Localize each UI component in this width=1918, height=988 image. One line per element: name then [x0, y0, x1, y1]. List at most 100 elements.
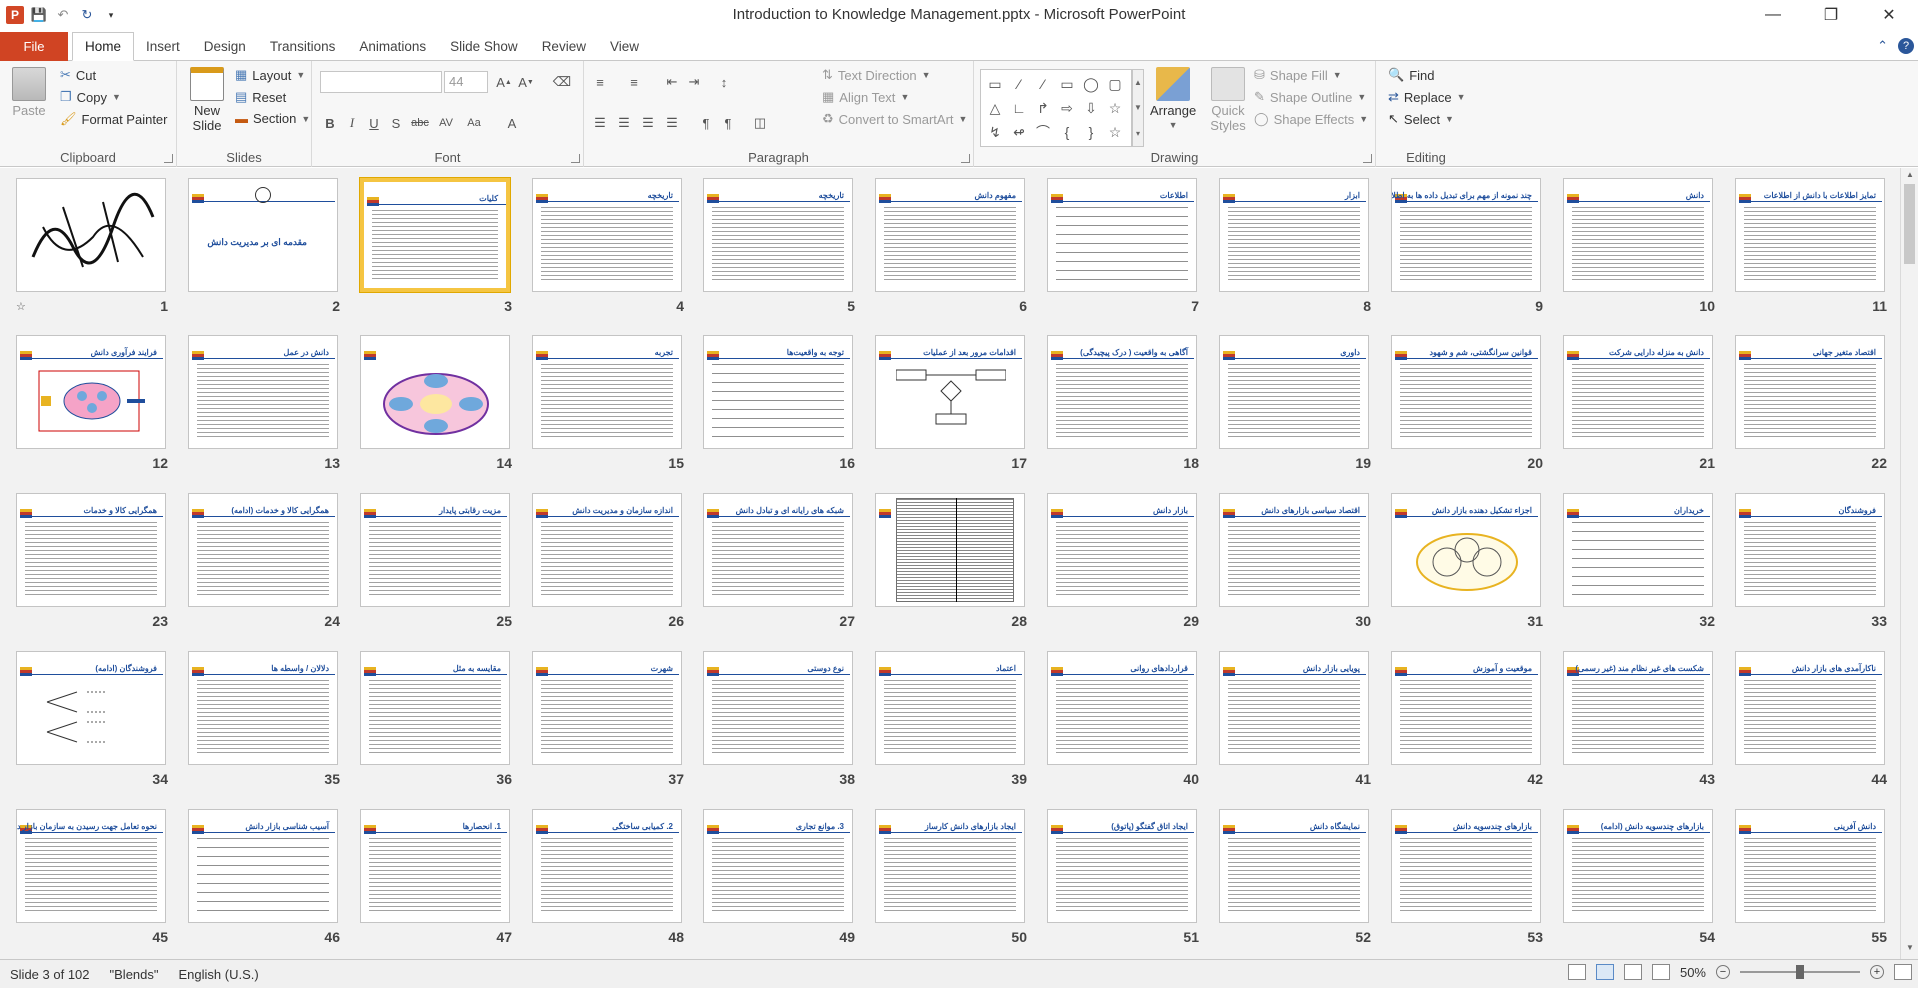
- slide-thumbnail[interactable]: فروشندگان (ادامه): [16, 651, 166, 765]
- underline-icon[interactable]: U: [364, 113, 384, 133]
- slide-thumbnail[interactable]: مفهوم دانش: [875, 178, 1025, 292]
- slide-thumbnail[interactable]: [875, 493, 1025, 607]
- transition-icon[interactable]: ☆: [16, 300, 26, 313]
- arrange-button[interactable]: Arrange ▼: [1150, 67, 1196, 130]
- slide-thumbnail[interactable]: [360, 335, 510, 449]
- copy-button[interactable]: ❐ Copy ▼: [60, 89, 121, 105]
- dialog-launcher-icon[interactable]: [961, 154, 970, 163]
- slide-thumbnail[interactable]: اقدامات مرور بعد از عملیات: [875, 335, 1025, 449]
- slide-thumbnail[interactable]: بازار دانش: [1047, 493, 1197, 607]
- slide-thumbnail[interactable]: آسیب شناسی بازار دانش: [188, 809, 338, 923]
- slide-thumbnail[interactable]: مقایسه به مثل: [360, 651, 510, 765]
- tab-insert[interactable]: Insert: [134, 32, 192, 61]
- slide-thumbnail[interactable]: تمایز اطلاعات با دانش از اطلاعات: [1735, 178, 1885, 292]
- slide-thumbnail[interactable]: اجزاء تشکیل دهنده بازار دانش: [1391, 493, 1541, 607]
- slide-thumbnail[interactable]: ایجاد اتاق گفتگو (پاتوق): [1047, 809, 1197, 923]
- close-icon[interactable]: ✕: [1860, 0, 1918, 30]
- slide-thumbnail[interactable]: دانش آفرینی: [1735, 809, 1885, 923]
- minimize-icon[interactable]: —: [1744, 0, 1802, 30]
- bullets-icon[interactable]: ≡: [590, 72, 610, 92]
- text-direction-button[interactable]: ⇅ Text Direction ▼: [822, 67, 931, 83]
- slide-thumbnail[interactable]: شهرت: [532, 651, 682, 765]
- star2-shape-icon[interactable]: ☆: [1103, 120, 1127, 144]
- slide-thumbnail[interactable]: دانش به منزله دارایی شرکت: [1563, 335, 1713, 449]
- curve-shape-icon[interactable]: ↫: [1007, 120, 1031, 144]
- slide-thumbnail[interactable]: ابزار: [1219, 178, 1369, 292]
- slide-thumbnail[interactable]: اقتصاد متغیر جهانی: [1735, 335, 1885, 449]
- slide-thumbnail[interactable]: همگرایی کالا و خدمات (ادامه): [188, 493, 338, 607]
- elbow-shape-icon[interactable]: ↱: [1031, 96, 1055, 120]
- align-left-icon[interactable]: ☰: [590, 113, 610, 133]
- bold-icon[interactable]: B: [320, 113, 340, 133]
- shapes-gallery[interactable]: ▭ ⁄ ⁄ ▭ ◯ ▢ △ ∟ ↱ ⇨ ⇩ ☆ ↯ ↫ ⌒ { } ☆: [980, 69, 1132, 147]
- reading-view-icon[interactable]: [1623, 964, 1642, 980]
- slide-sorter-view-icon[interactable]: [1595, 964, 1614, 980]
- align-text-button[interactable]: ▦ Align Text ▼: [822, 89, 909, 105]
- slide-thumbnail[interactable]: توجه به واقعیت‌ها: [703, 335, 853, 449]
- center-icon[interactable]: ☰: [614, 113, 634, 133]
- tab-home[interactable]: Home: [72, 32, 135, 61]
- slide-thumbnail[interactable]: [16, 178, 166, 292]
- undo-icon[interactable]: ↶: [54, 6, 72, 24]
- ltr-icon[interactable]: ¶: [696, 113, 716, 133]
- scroll-down-icon[interactable]: ▼: [1901, 943, 1918, 957]
- columns-icon[interactable]: ◫: [750, 113, 770, 133]
- arrow-down-shape-icon[interactable]: ⇩: [1079, 96, 1103, 120]
- reset-button[interactable]: ▤ Reset: [235, 89, 286, 105]
- line-spacing-icon[interactable]: ↕: [714, 72, 734, 92]
- powerpoint-logo-icon[interactable]: P: [6, 6, 24, 24]
- convert-smartart-button[interactable]: ♻ Convert to SmartArt ▼: [822, 111, 967, 127]
- redo-icon[interactable]: ↻: [78, 6, 96, 24]
- zoom-slider[interactable]: [1740, 965, 1860, 979]
- tab-slide-show[interactable]: Slide Show: [438, 32, 530, 61]
- slide-thumbnail[interactable]: داوری: [1219, 335, 1369, 449]
- minimize-ribbon-icon[interactable]: ⌃: [1877, 38, 1888, 54]
- zoom-in-icon[interactable]: +: [1870, 965, 1884, 979]
- quick-styles-button[interactable]: Quick Styles: [1208, 67, 1248, 133]
- character-spacing-icon[interactable]: AV: [436, 113, 456, 133]
- restore-icon[interactable]: ❐: [1802, 0, 1860, 30]
- font-name-combo[interactable]: [320, 71, 442, 93]
- zoom-level[interactable]: 50%: [1680, 965, 1706, 980]
- normal-view-icon[interactable]: [1567, 964, 1586, 980]
- align-right-icon[interactable]: ☰: [638, 113, 658, 133]
- slide-thumbnail[interactable]: اعتماد: [875, 651, 1025, 765]
- brace-left-shape-icon[interactable]: {: [1055, 120, 1079, 144]
- slide-thumbnail[interactable]: تاریخچه: [532, 178, 682, 292]
- slide-thumbnail[interactable]: دانش: [1563, 178, 1713, 292]
- section-button[interactable]: ▬ Section ▼: [235, 111, 310, 126]
- slide-thumbnail[interactable]: شکست های غیر نظام مند (غیر رسمی): [1563, 651, 1713, 765]
- text-box-shape-icon[interactable]: ▭: [983, 72, 1007, 96]
- theme-name[interactable]: "Blends": [100, 967, 169, 982]
- slide-thumbnail[interactable]: مقدمه ای بر مدیریت دانش: [188, 178, 338, 292]
- save-icon[interactable]: 💾: [30, 6, 48, 24]
- slide-thumbnail[interactable]: کلیات: [360, 178, 510, 292]
- slide-thumbnail[interactable]: آگاهی به واقعیت ( درک پیچیدگی): [1047, 335, 1197, 449]
- layout-button[interactable]: ▦ Layout ▼: [235, 67, 305, 83]
- oval-shape-icon[interactable]: ◯: [1079, 72, 1103, 96]
- slide-thumbnail[interactable]: دانش در عمل: [188, 335, 338, 449]
- tab-review[interactable]: Review: [530, 32, 598, 61]
- slide-thumbnail[interactable]: نوع دوستی: [703, 651, 853, 765]
- slide-thumbnail[interactable]: شبکه های رایانه ای و تبادل دانش: [703, 493, 853, 607]
- shrink-font-icon[interactable]: A ▼: [516, 72, 536, 92]
- zoom-out-icon[interactable]: −: [1716, 965, 1730, 979]
- slide-thumbnail[interactable]: تجربه: [532, 335, 682, 449]
- freeform-shape-icon[interactable]: ↯: [983, 120, 1007, 144]
- tab-view[interactable]: View: [598, 32, 651, 61]
- zoom-slider-knob[interactable]: [1796, 965, 1804, 979]
- slide-thumbnail[interactable]: تاریخچه: [703, 178, 853, 292]
- slide-thumbnail[interactable]: نحوه تعامل جهت رسیدن به سازمان بازار دان…: [16, 809, 166, 923]
- language-indicator[interactable]: English (U.S.): [169, 967, 269, 982]
- cut-button[interactable]: ✂ Cut: [60, 67, 96, 83]
- rtl-icon[interactable]: ¶: [718, 113, 738, 133]
- line-shape-icon[interactable]: ⁄: [1007, 72, 1031, 96]
- arc-shape-icon[interactable]: ⌒: [1031, 120, 1055, 144]
- slide-thumbnail[interactable]: اطلاعات: [1047, 178, 1197, 292]
- slide-thumbnail[interactable]: مزیت رقابتی پایدار: [360, 493, 510, 607]
- rounded-rect-shape-icon[interactable]: ▢: [1103, 72, 1127, 96]
- fit-to-window-icon[interactable]: [1894, 964, 1912, 980]
- grow-font-icon[interactable]: A ▲: [494, 72, 514, 92]
- font-size-combo[interactable]: 44: [444, 71, 488, 93]
- slide-thumbnail[interactable]: 1. انحصارها: [360, 809, 510, 923]
